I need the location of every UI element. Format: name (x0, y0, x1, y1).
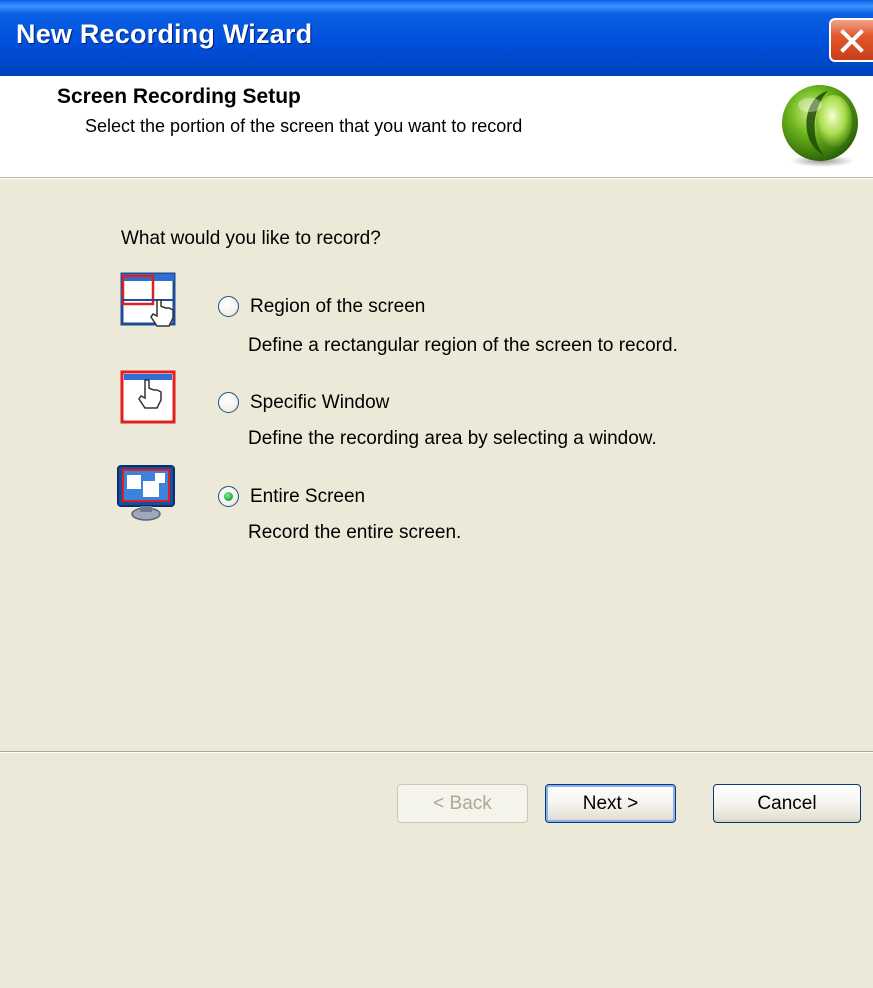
region-option-label[interactable]: Region of the screen (250, 296, 425, 318)
window-option-label[interactable]: Specific Window (250, 392, 389, 414)
close-icon (840, 29, 864, 53)
page-title: Screen Recording Setup (57, 85, 301, 108)
entire-screen-option-description: Record the entire screen. (248, 522, 462, 543)
radio-selected-dot (224, 492, 233, 501)
window-select-icon (120, 370, 176, 424)
entire-screen-option-label[interactable]: Entire Screen (250, 486, 365, 508)
app-logo-icon (782, 85, 858, 167)
back-button[interactable]: < Back (397, 784, 528, 823)
title-bar[interactable]: New Recording Wizard (0, 0, 873, 76)
close-button[interactable] (829, 18, 873, 62)
region-select-icon (120, 272, 176, 327)
header-divider (0, 178, 873, 179)
cancel-button[interactable]: Cancel (713, 784, 861, 823)
monitor-icon (117, 465, 175, 521)
window-title: New Recording Wizard (16, 19, 313, 49)
page-subtitle: Select the portion of the screen that yo… (85, 116, 523, 136)
record-question: What would you like to record? (121, 228, 381, 249)
footer-divider-highlight (0, 752, 873, 753)
region-radio[interactable] (218, 296, 239, 317)
window-option-description: Define the recording area by selecting a… (248, 428, 657, 449)
entire-screen-radio[interactable] (218, 486, 239, 507)
next-button[interactable]: Next > (545, 784, 676, 823)
wizard-window: New Recording Wizard Screen Recording Se… (0, 0, 873, 988)
window-radio[interactable] (218, 392, 239, 413)
region-option-description: Define a rectangular region of the scree… (248, 335, 678, 356)
